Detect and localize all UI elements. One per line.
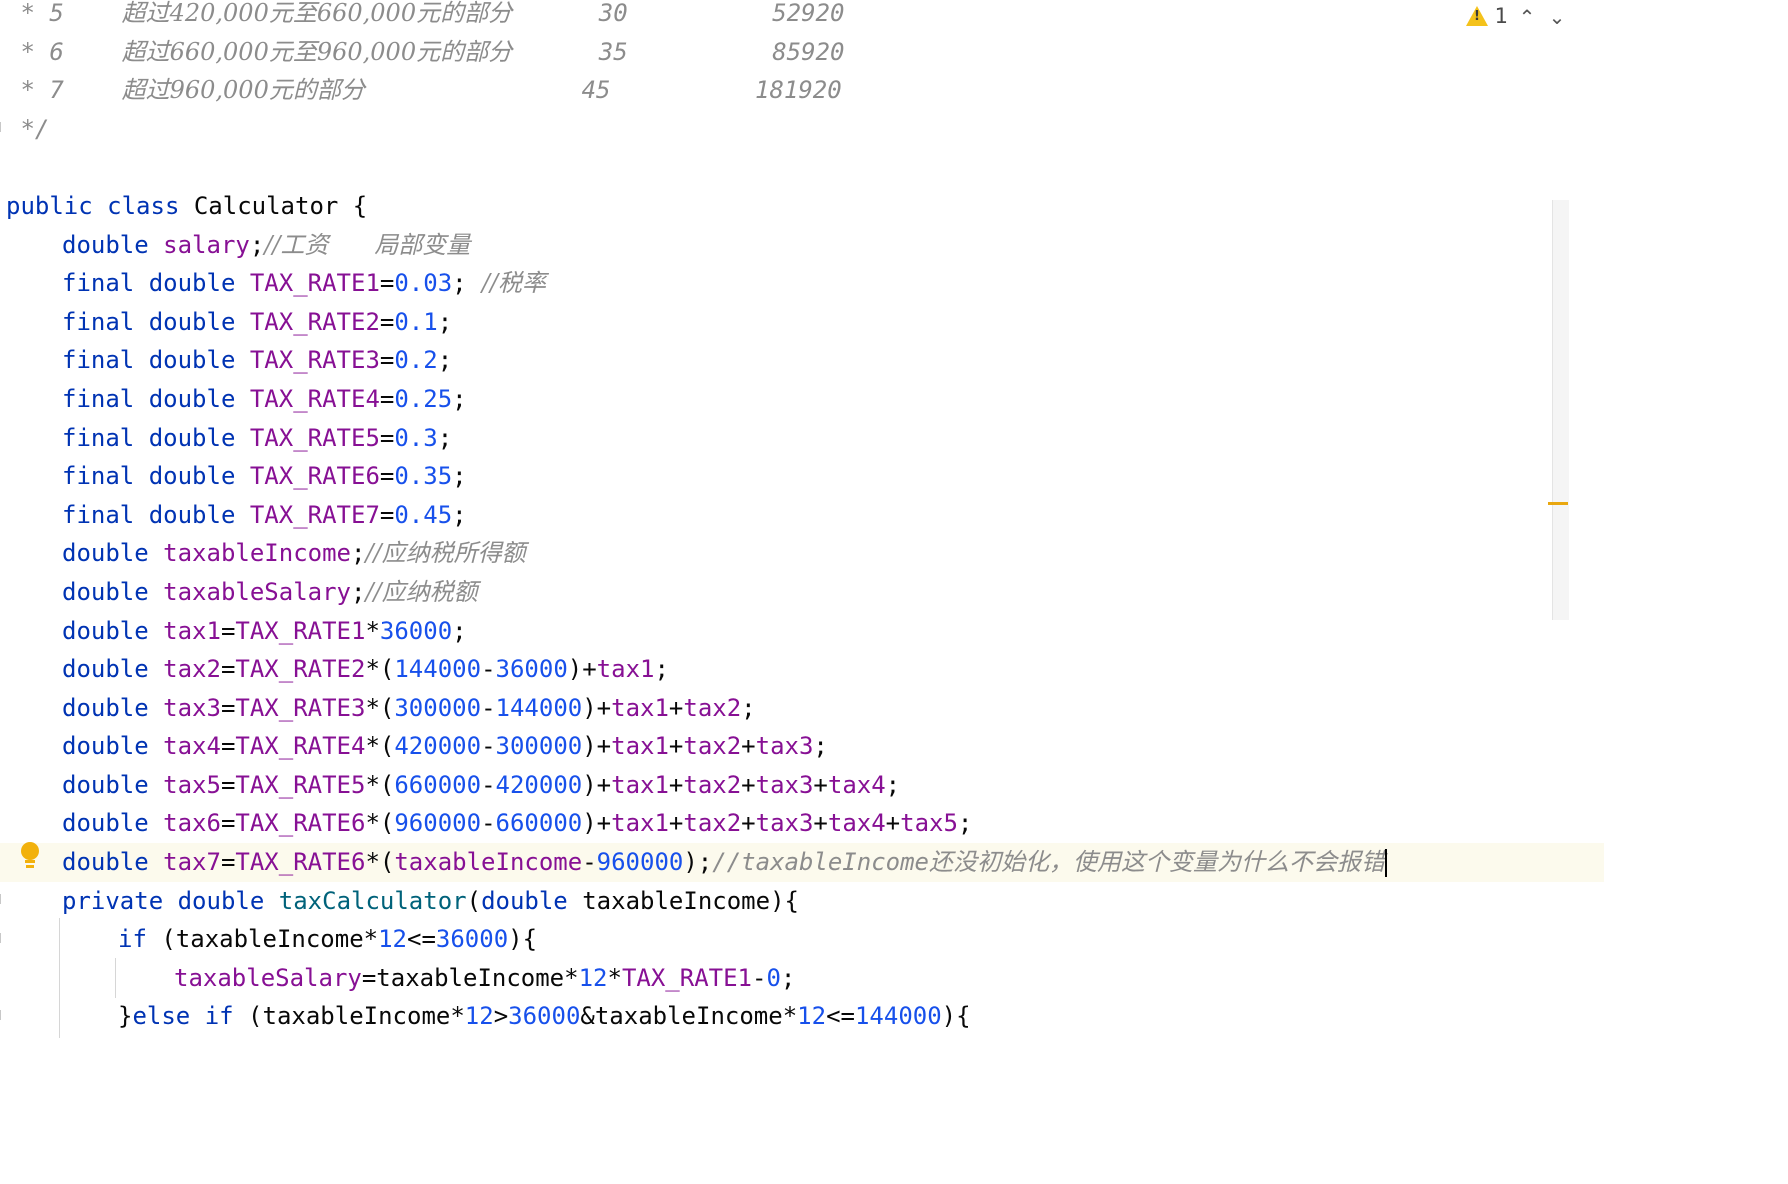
code-line: if (taxableIncome*12<=36000){ xyxy=(118,925,538,954)
fold-marker[interactable] xyxy=(0,122,4,132)
code-line: * 6 超过660,000元至960,000元的部分 35 85920 xyxy=(6,37,845,66)
chevron-up-icon[interactable]: ⌃ xyxy=(1514,4,1540,30)
code-line: */ xyxy=(6,114,50,143)
code-line: final double TAX_RATE1=0.03; //税率 xyxy=(62,269,547,298)
code-line: final double TAX_RATE3=0.2; xyxy=(62,346,453,375)
lightbulb-icon[interactable] xyxy=(20,842,40,870)
code-line: taxableSalary=taxableIncome*12*TAX_RATE1… xyxy=(174,963,796,992)
method-declaration: private double taxCalculator(double taxa… xyxy=(62,886,799,915)
code-line: double salary;//工资 局部变量 xyxy=(62,230,471,259)
code-line: double tax5=TAX_RATE5*(660000-420000)+ta… xyxy=(62,770,901,799)
code-line: double tax6=TAX_RATE6*(960000-660000)+ta… xyxy=(62,809,973,838)
fold-marker[interactable] xyxy=(0,894,4,904)
text-caret xyxy=(1385,849,1388,878)
code-line: * 5 超过420,000元至660,000元的部分 30 52920 xyxy=(6,0,845,27)
code-area[interactable]: * 5 超过420,000元至660,000元的部分 30 52920 * 6 … xyxy=(0,0,1604,1036)
code-line: final double TAX_RATE7=0.45; xyxy=(62,500,467,529)
warning-exclamation: ! xyxy=(1474,9,1480,24)
current-code-line[interactable]: double tax7=TAX_RATE6*(taxableIncome-960… xyxy=(0,843,1604,882)
class-declaration: public class Calculator { xyxy=(6,191,368,220)
code-line: final double TAX_RATE6=0.35; xyxy=(62,462,467,491)
code-line: double tax3=TAX_RATE3*(300000-144000)+ta… xyxy=(62,693,756,722)
code-line: final double TAX_RATE5=0.3; xyxy=(62,423,453,452)
code-line: double tax1=TAX_RATE1*36000; xyxy=(62,616,467,645)
code-line: double taxableSalary;//应纳税额 xyxy=(62,577,478,606)
code-line: final double TAX_RATE4=0.25; xyxy=(62,384,467,413)
code-line: double tax2=TAX_RATE2*(144000-36000)+tax… xyxy=(62,655,669,684)
vertical-scrollbar[interactable] xyxy=(1552,200,1569,620)
code-line: }else if (taxableIncome*12>36000&taxable… xyxy=(118,1002,971,1031)
code-editor[interactable]: * 5 超过420,000元至660,000元的部分 30 52920 * 6 … xyxy=(0,0,1788,1184)
fold-marker[interactable] xyxy=(0,933,4,943)
code-line: * 7 超过960,000元的部分 45 181920 xyxy=(6,76,842,105)
fold-marker[interactable] xyxy=(0,1010,4,1020)
warning-count[interactable]: 1 xyxy=(1495,0,1508,32)
code-line: final double TAX_RATE2=0.1; xyxy=(62,307,453,336)
code-line: double taxableIncome;//应纳税所得额 xyxy=(62,539,526,568)
warning-stripe-marker[interactable] xyxy=(1548,502,1568,505)
inspection-widget[interactable]: ! 1 ⌃ ⌄ xyxy=(1428,0,1788,32)
code-line: double tax4=TAX_RATE4*(420000-300000)+ta… xyxy=(62,732,828,761)
chevron-down-icon[interactable]: ⌄ xyxy=(1544,4,1570,30)
